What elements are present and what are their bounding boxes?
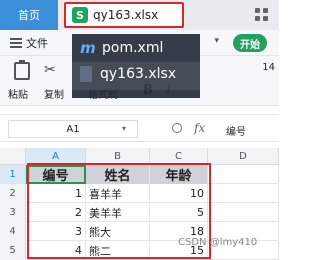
cell-d2[interactable] — [208, 184, 279, 203]
hamburger-icon — [10, 38, 22, 48]
spreadsheet-icon: S — [72, 7, 88, 23]
formula-bar: A1 ▾ fx 编号 — [0, 114, 279, 142]
switcher-label: pom.xml — [102, 40, 164, 56]
chevron-down-icon[interactable]: ▾ — [214, 36, 219, 46]
tab-bar: 首页 S qy163.xlsx — [0, 0, 279, 30]
switcher-item-pom[interactable]: m pom.xml — [80, 39, 164, 57]
watermark: CSDN @lmy410 — [178, 237, 258, 248]
document-icon — [80, 66, 92, 82]
column-header-d[interactable]: D — [208, 148, 279, 165]
copy-button[interactable]: 复制 — [44, 86, 64, 101]
file-menu-label: 文件 — [26, 37, 48, 50]
chevron-down-icon[interactable]: ▾ — [122, 124, 126, 133]
cell-d3[interactable] — [208, 203, 279, 222]
paste-button[interactable]: 粘贴 — [8, 86, 28, 101]
tab-home[interactable]: 首页 — [0, 0, 58, 30]
file-menu[interactable]: 文件 — [10, 35, 48, 51]
select-all-corner[interactable] — [0, 148, 26, 165]
maven-icon: m — [80, 39, 96, 57]
name-box[interactable]: A1 — [8, 120, 138, 138]
switcher-item-xlsx[interactable]: qy163.xlsx — [72, 62, 200, 90]
row-header[interactable]: 1 — [0, 165, 26, 184]
apps-grid-icon[interactable] — [255, 8, 269, 22]
row-header[interactable]: 4 — [0, 222, 26, 241]
tab-file-label: qy163.xlsx — [93, 8, 159, 22]
row-header[interactable]: 5 — [0, 241, 26, 260]
begin-tab-button[interactable]: 开始 — [233, 34, 267, 52]
row-header[interactable]: 2 — [0, 184, 26, 203]
fx-icon[interactable]: fx — [194, 121, 205, 135]
zoom-icon[interactable] — [172, 123, 182, 133]
formula-input[interactable]: 编号 — [226, 123, 246, 138]
cell-d1[interactable] — [208, 165, 279, 184]
paste-icon[interactable] — [14, 60, 30, 80]
font-size-value[interactable]: 14 — [262, 62, 275, 73]
window-switcher: m pom.xml qy163.xlsx — [72, 34, 200, 98]
cut-icon[interactable]: ✂ — [44, 62, 56, 78]
tab-file[interactable]: S qy163.xlsx — [64, 2, 184, 28]
row-header[interactable]: 3 — [0, 203, 26, 222]
